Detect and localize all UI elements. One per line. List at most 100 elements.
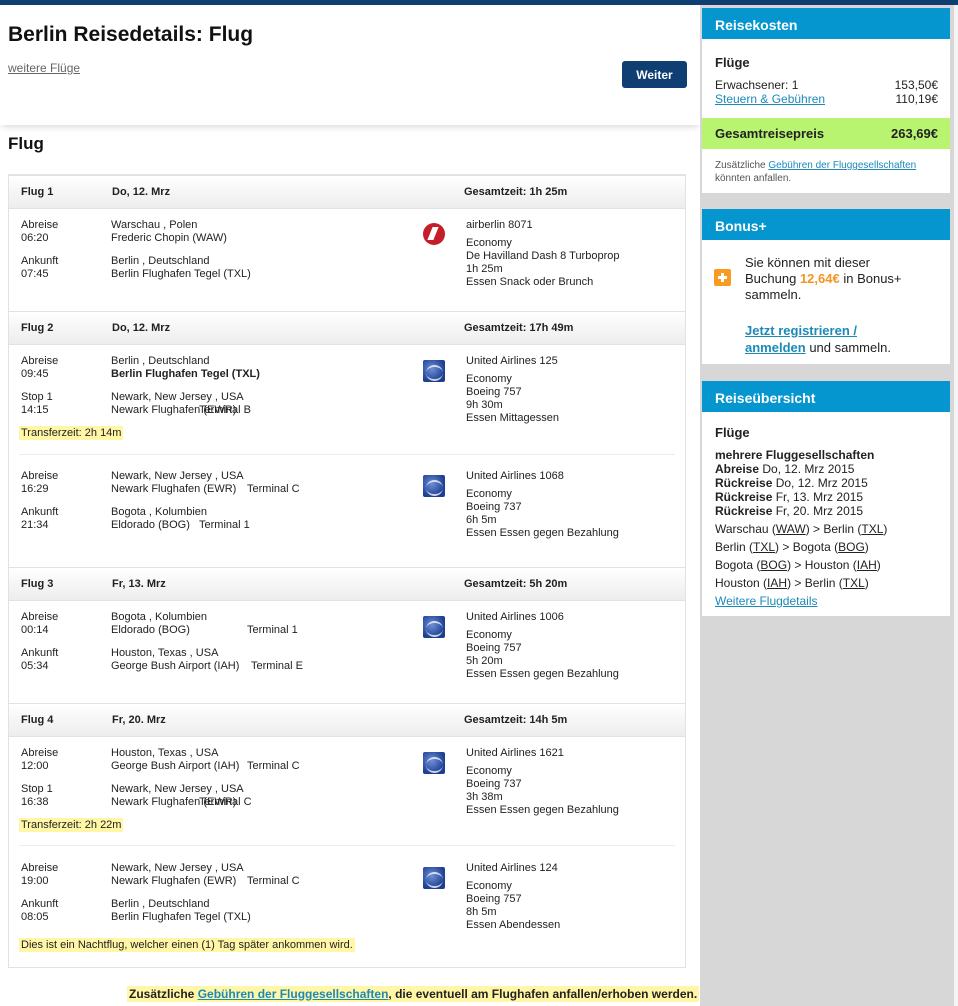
departure-terminal: Terminal C — [247, 483, 300, 495]
united-airlines-logo — [423, 867, 445, 889]
leg-date: Fr, 13. Mrz 2015 — [775, 490, 864, 504]
departure-airport: Eldorado (BOG) — [111, 624, 190, 636]
arrival-label: Ankunft — [21, 255, 59, 267]
flight-duration: 1h 25m — [466, 263, 503, 275]
segment-divider — [19, 454, 675, 455]
overview-route: Berlin (TXL) > Bogota (BOG) — [715, 540, 869, 554]
transfer-time: Transferzeit: 2h 14m — [19, 426, 124, 440]
sidebar-edge — [954, 5, 958, 1006]
bonus-text: Sie können mit dieser Buchung 12,64€ in … — [745, 255, 902, 303]
route-from-code[interactable]: IAH — [767, 576, 787, 590]
departure-airport: Frederic Chopin (WAW) — [111, 232, 227, 244]
aircraft-type: Boeing 737 — [466, 778, 522, 790]
departure-airport: Berlin Flughafen Tegel (TXL) — [111, 368, 260, 380]
bonus-line1: Sie können mit dieser — [745, 255, 871, 270]
segment-divider — [19, 845, 675, 846]
departure-place: Warschau , Polen — [111, 219, 198, 231]
route-from: Berlin — [715, 540, 746, 554]
flight-duration: 8h 5m — [466, 906, 497, 918]
route-from: Bogota — [715, 558, 754, 572]
arrival-time: 16:38 — [21, 796, 49, 808]
route-to: Berlin — [804, 576, 836, 590]
flight-header: Flug 4 Fr, 20. Mrz Gesamtzeit: 14h 5m — [9, 703, 685, 737]
airberlin-logo — [423, 223, 445, 245]
bonus-amount: 12,64€ — [799, 271, 840, 286]
arrival-place: Berlin , Deutschland — [111, 255, 210, 267]
route-to-code[interactable]: BOG — [838, 540, 865, 554]
route-from-code[interactable]: BOG — [760, 558, 787, 572]
arrival-place: Newark, New Jersey , USA — [111, 391, 244, 403]
arrival-time: 14:15 — [21, 404, 49, 416]
cabin-class: Economy — [466, 488, 512, 500]
route-from-code[interactable]: WAW — [776, 522, 806, 536]
route-to: Berlin — [823, 522, 855, 536]
departure-place: Houston, Texas , USA — [111, 747, 219, 759]
arrival-label: Ankunft — [21, 506, 59, 518]
departure-label: Abreise — [21, 219, 59, 231]
airline-fees-link[interactable]: Gebühren der Fluggesellschaften — [198, 987, 389, 1001]
register-suffix: und sammeln. — [809, 340, 891, 355]
flight-number-label: Flug 1 — [21, 186, 54, 198]
arrival-terminal: Terminal B — [199, 404, 251, 416]
costs-airline-fees-link[interactable]: Gebühren der Fluggesellschaften — [768, 160, 916, 171]
footer-note-prefix: Zusätzliche — [129, 987, 195, 1001]
overview-subtitle: Flüge — [715, 425, 750, 440]
cabin-class: Economy — [466, 237, 512, 249]
flight-date: Fr, 13. Mrz — [112, 578, 166, 590]
departure-place: Berlin , Deutschland — [111, 355, 210, 367]
plus-icon — [714, 269, 731, 286]
overview-airlines: mehrere Fluggesellschaften — [715, 448, 875, 462]
taxes-fees-link[interactable]: Steuern & Gebühren — [715, 92, 825, 106]
page-title: Berlin Reisedetails: Flug — [8, 23, 254, 46]
night-flight-note: Dies ist ein Nachtflug, welcher einen (1… — [19, 938, 355, 952]
route-from-code[interactable]: TXL — [753, 540, 775, 554]
arrival-terminal: Terminal E — [251, 660, 303, 672]
more-flights-link[interactable]: weitere Flüge — [8, 61, 80, 75]
arrival-terminal: Terminal 1 — [199, 519, 250, 531]
leg-label: Rückreise — [715, 476, 773, 490]
bonus-box: Bonus+ Sie können mit dieser Buchung 12,… — [702, 209, 950, 364]
meal-info: Essen Essen gegen Bezahlung — [466, 668, 619, 680]
flight-total-time: Gesamtzeit: 17h 49m — [464, 322, 574, 334]
arrival-place: Newark, New Jersey , USA — [111, 783, 244, 795]
register-line1: Jetzt registrieren / — [745, 323, 857, 338]
meal-info: Essen Mittagessen — [466, 412, 559, 424]
register-line2: anmelden — [745, 340, 806, 355]
route-to-code[interactable]: TXL — [843, 576, 865, 590]
stop-label: Stop 1 — [21, 783, 53, 795]
overview-leg: Rückreise Fr, 13. Mrz 2015 — [715, 490, 863, 504]
arrival-place: Bogota , Kolumbien — [111, 506, 208, 518]
page-header: Berlin Reisedetails: Flug weitere Flüge … — [0, 5, 700, 125]
arrival-time: 21:34 — [21, 519, 49, 531]
route-to: Bogota — [792, 540, 831, 554]
flight-total-time: Gesamtzeit: 14h 5m — [464, 714, 568, 726]
arrival-place: Houston, Texas , USA — [111, 647, 219, 659]
arrival-airport: George Bush Airport (IAH) — [111, 660, 240, 672]
united-airlines-logo — [423, 360, 445, 382]
flight-duration: 5h 20m — [466, 655, 503, 667]
leg-label: Abreise — [715, 462, 760, 476]
flight-date: Fr, 20. Mrz — [112, 714, 166, 726]
arrival-label: Ankunft — [21, 898, 59, 910]
aircraft-type: Boeing 757 — [466, 893, 522, 905]
main-content: Berlin Reisedetails: Flug weitere Flüge … — [0, 5, 700, 125]
departure-terminal: Terminal C — [247, 760, 300, 772]
flight-number-label: Flug 2 — [21, 322, 54, 334]
flight-number-label: Flug 3 — [21, 578, 54, 590]
trip-overview-title: Reiseübersicht — [702, 381, 950, 412]
aircraft-type: Boeing 737 — [466, 501, 522, 513]
route-to-code[interactable]: IAH — [857, 558, 877, 572]
continue-button[interactable]: Weiter — [622, 61, 687, 88]
flight-duration: 9h 30m — [466, 399, 503, 411]
departure-time: 00:14 — [21, 624, 49, 636]
section-title: Flug — [8, 134, 44, 153]
meal-info: Essen Essen gegen Bezahlung — [466, 527, 619, 539]
adult-price: 153,50€ — [894, 78, 938, 92]
departure-time: 12:00 — [21, 760, 49, 772]
flight-code: United Airlines 1621 — [466, 747, 564, 759]
stop-label: Stop 1 — [21, 391, 53, 403]
bonus-line2-prefix: Buchung — [745, 271, 797, 286]
cabin-class: Economy — [466, 373, 512, 385]
route-to-code[interactable]: TXL — [861, 522, 883, 536]
more-flight-details-link[interactable]: Weitere Flugdetails — [715, 594, 818, 608]
